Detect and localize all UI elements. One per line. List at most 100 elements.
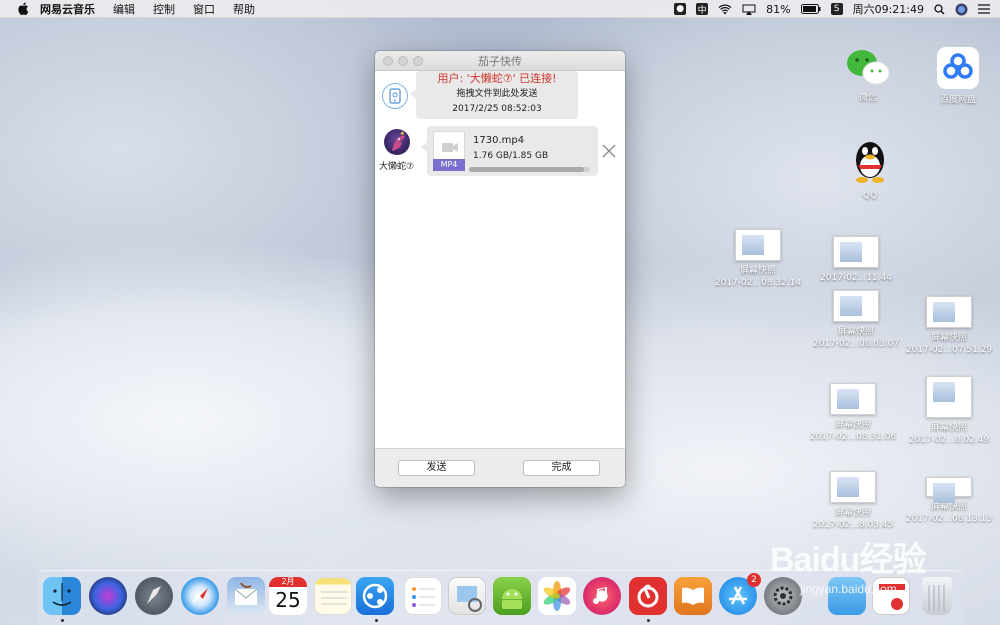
desktop-icon-label: 微信 bbox=[858, 93, 877, 103]
file-size: 1.76 GB/1.85 GB bbox=[473, 151, 549, 161]
close-window-button[interactable] bbox=[383, 56, 393, 66]
siri-icon[interactable] bbox=[955, 3, 968, 16]
screenshot-thumbnail bbox=[833, 236, 879, 268]
sender-avatar bbox=[384, 129, 410, 155]
file-card[interactable]: MP4 1730.mp4 1.76 GB/1.85 GB bbox=[421, 126, 598, 176]
file-name-label: 屏幕快照 bbox=[930, 333, 967, 343]
shareit-icon[interactable] bbox=[356, 577, 394, 615]
airplay-icon[interactable] bbox=[742, 4, 756, 15]
file-transfer-item: 大懒蛇⑦ MP4 1730.mp4 1.76 GB/1.85 GB bbox=[375, 126, 625, 186]
photos-icon[interactable] bbox=[538, 577, 576, 615]
connection-message: 用户: '大懒蛇⑦' 已连接! 拖拽文件到此处发送 2017/2/25 08:5… bbox=[375, 71, 625, 123]
menu-edit[interactable]: 编辑 bbox=[113, 1, 135, 17]
qq-penguin-icon bbox=[856, 142, 884, 183]
file-name-label: 屏幕快照 bbox=[837, 327, 874, 337]
connection-bubble: 用户: '大懒蛇⑦' 已连接! 拖拽文件到此处发送 2017/2/25 08:5… bbox=[410, 71, 578, 119]
file-transfer-window: 茄子快传 用户: '大懒蛇⑦' 已连接! 拖拽文件到此处发送 2017/2/25… bbox=[375, 51, 625, 487]
desktop-icon-wechat[interactable]: 微信 bbox=[838, 46, 898, 104]
minimize-window-button[interactable] bbox=[398, 56, 408, 66]
finder-icon[interactable] bbox=[43, 577, 81, 615]
itunes-icon[interactable] bbox=[583, 577, 621, 615]
screenshot-thumbnail bbox=[830, 383, 876, 415]
desktop-file-screenshot[interactable]: 屏幕快照 2017-02...08.03.07 bbox=[810, 290, 902, 350]
desktop-file-screenshot[interactable]: 屏幕快照 2017-02...8.03.45 bbox=[807, 471, 899, 531]
file-name-label: 屏幕快照 bbox=[930, 423, 967, 433]
done-button[interactable]: 完成 bbox=[523, 460, 600, 476]
file-name-label: 屏幕快照 bbox=[739, 266, 776, 276]
calendar-month: 2月 bbox=[269, 577, 307, 587]
file-date-label: 2017-02...8.03.45 bbox=[812, 520, 894, 530]
running-indicator bbox=[647, 619, 650, 622]
spotlight-search-icon[interactable] bbox=[934, 3, 945, 15]
ibooks-icon[interactable] bbox=[674, 577, 712, 615]
phone-device-icon bbox=[382, 83, 408, 109]
launchpad-icon[interactable] bbox=[135, 577, 173, 615]
wifi-icon[interactable] bbox=[718, 4, 732, 15]
zoom-window-button[interactable] bbox=[413, 56, 423, 66]
file-name: 1730.mp4 bbox=[473, 135, 525, 146]
mail-icon[interactable] bbox=[227, 577, 265, 615]
send-button[interactable]: 发送 bbox=[398, 460, 475, 476]
drop-hint: 拖拽文件到此处发送 bbox=[456, 89, 538, 99]
window-title: 茄子快传 bbox=[478, 54, 522, 68]
file-date-label: 2017-02...07.51.29 bbox=[905, 345, 993, 355]
menu-help[interactable]: 帮助 bbox=[233, 1, 255, 17]
menu-clock[interactable]: 周六09:21:49 bbox=[853, 1, 924, 17]
desktop-file-screenshot[interactable]: 2017-02...11.44 bbox=[810, 236, 902, 284]
file-date-label: 2017-02...08.32.14 bbox=[714, 278, 802, 288]
screenshot-thumbnail bbox=[926, 477, 972, 503]
status-area: ● 中 81% S 周六09:21:49 bbox=[664, 0, 990, 18]
file-date-label: 2017-02...8.02.49 bbox=[908, 435, 990, 445]
window-footer: 发送 完成 bbox=[375, 448, 625, 487]
window-titlebar[interactable]: 茄子快传 bbox=[375, 51, 625, 71]
video-file-icon: MP4 bbox=[433, 131, 465, 171]
file-date-label: 2017-02...08.31.06 bbox=[809, 432, 897, 442]
menu-window[interactable]: 窗口 bbox=[193, 1, 215, 17]
android-file-transfer-icon[interactable] bbox=[493, 577, 531, 615]
netease-music-icon[interactable] bbox=[629, 577, 667, 615]
desktop-file-screenshot[interactable]: 屏幕快照 2017-02...08.13.13 bbox=[903, 477, 995, 525]
screenshot-thumbnail bbox=[833, 290, 879, 322]
battery-icon[interactable] bbox=[800, 4, 821, 14]
menu-control[interactable]: 控制 bbox=[153, 1, 175, 17]
notes-icon[interactable] bbox=[314, 577, 352, 615]
connection-time: 2017/2/25 08:52:03 bbox=[452, 104, 542, 114]
watermark-brand: Baidu经验 bbox=[770, 541, 926, 579]
desktop-icon-label: QQ bbox=[862, 191, 878, 201]
file-type-badge: MP4 bbox=[433, 159, 465, 171]
file-name-label: 屏幕快照 bbox=[834, 508, 871, 518]
desktop-icon-qq[interactable]: QQ bbox=[845, 136, 895, 202]
file-date-label: 2017-02...08.13.13 bbox=[905, 514, 993, 524]
battery-percent[interactable]: 81% bbox=[766, 3, 790, 16]
calendar-icon[interactable]: 2月 25 bbox=[269, 577, 307, 615]
safari-icon[interactable] bbox=[181, 577, 219, 615]
file-name-label: 屏幕快照 bbox=[834, 420, 871, 430]
desktop-file-screenshot[interactable]: 屏幕快照 2017-02...08.31.06 bbox=[807, 383, 899, 443]
running-indicator bbox=[61, 619, 64, 622]
microphone-icon[interactable]: ● bbox=[674, 3, 687, 15]
screenshot-thumbnail bbox=[735, 229, 781, 261]
cancel-transfer-icon[interactable] bbox=[601, 143, 617, 159]
file-date-label: 2017-02...08.03.07 bbox=[812, 339, 900, 349]
transfer-progress-bar bbox=[469, 167, 590, 172]
desktop-file-screenshot[interactable]: 屏幕快照 2017-02...8.02.49 bbox=[903, 376, 995, 446]
reminders-icon[interactable] bbox=[404, 577, 442, 615]
desktop-icon-baidu-netdisk[interactable]: 百度网盘 bbox=[930, 46, 986, 106]
wechat-icon bbox=[847, 50, 890, 85]
input-method-indicator[interactable]: 中 bbox=[696, 3, 709, 16]
update-badge: 2 bbox=[747, 573, 761, 587]
desktop-file-screenshot[interactable]: 屏幕快照 2017-02...07.51.29 bbox=[903, 296, 995, 356]
siri-icon[interactable] bbox=[89, 577, 127, 615]
apple-menu-icon[interactable] bbox=[16, 2, 30, 16]
transfer-progress-fill bbox=[469, 167, 584, 172]
watermark-url: jingyan.baidu.com bbox=[800, 582, 897, 596]
preview-icon[interactable] bbox=[448, 577, 486, 615]
sogou-input-icon[interactable]: S bbox=[830, 3, 843, 15]
screenshot-thumbnail bbox=[926, 296, 972, 328]
notification-center-icon[interactable] bbox=[978, 4, 990, 14]
desktop-file-screenshot[interactable]: 屏幕快照 2017-02...08.32.14 bbox=[712, 229, 804, 289]
menu-app-name[interactable]: 网易云音乐 bbox=[40, 1, 95, 17]
connection-status: 用户: '大懒蛇⑦' 已连接! bbox=[437, 72, 557, 85]
app-store-icon[interactable]: 2 bbox=[719, 573, 761, 615]
baidu-netdisk-icon bbox=[937, 47, 979, 89]
